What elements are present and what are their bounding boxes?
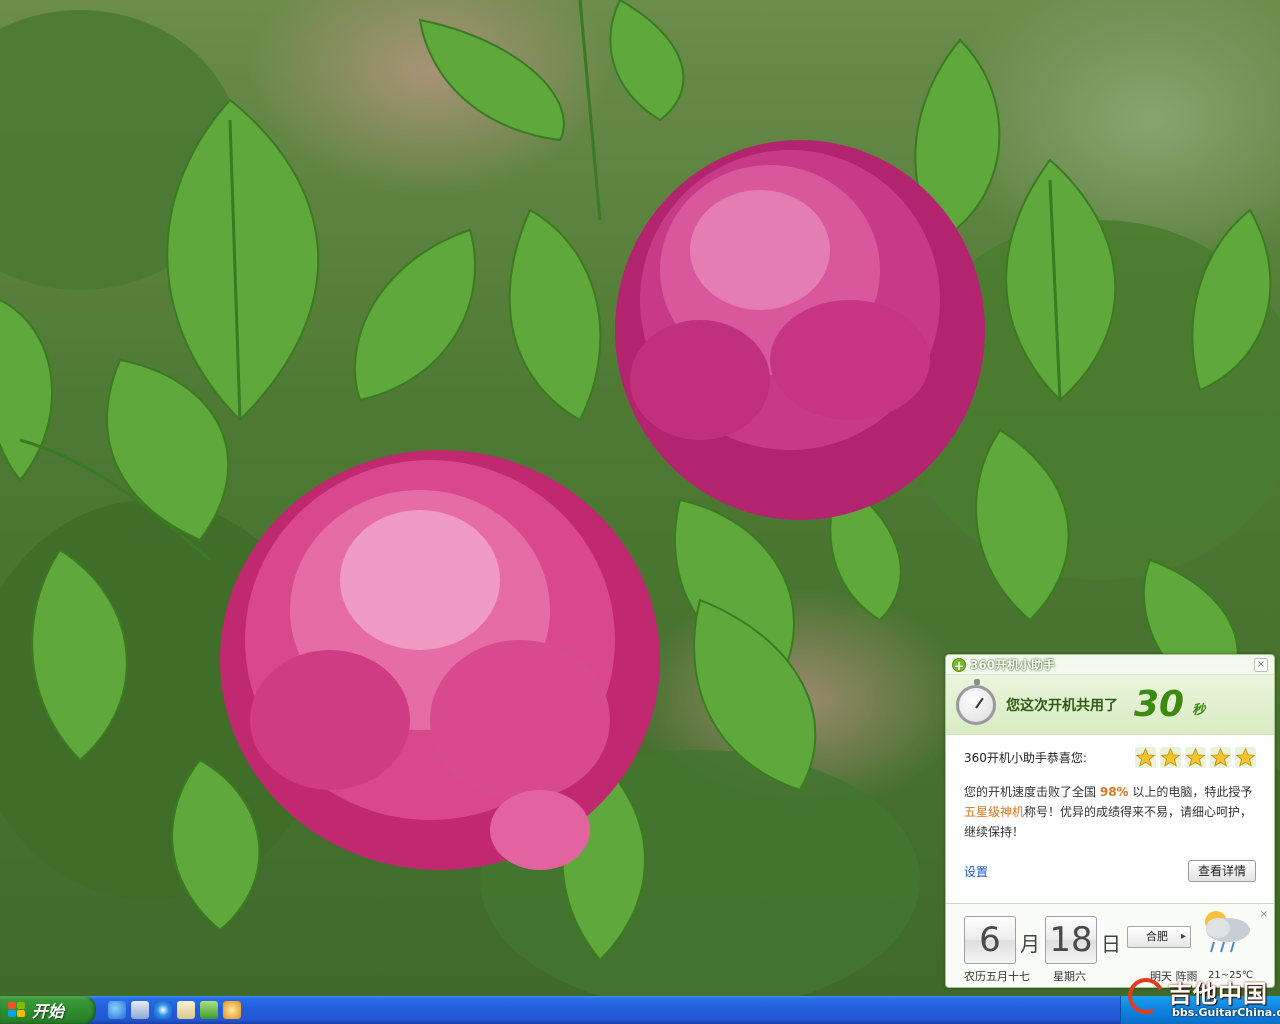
month-suffix: 月 (1020, 932, 1040, 956)
city-selector[interactable]: 合肥 (1127, 926, 1191, 948)
media-player-icon[interactable] (200, 1001, 218, 1019)
start-button[interactable]: 开始 (0, 996, 96, 1024)
settings-link[interactable]: 设置 (964, 863, 988, 880)
calendar-close-button[interactable]: × (1260, 909, 1268, 920)
desc-part-2: 以上的电脑，特此授予 (1132, 785, 1253, 799)
outlook-icon[interactable] (177, 1001, 195, 1019)
popup-actions: 设置 查看详情 (964, 860, 1256, 882)
system-tray (1120, 996, 1280, 1024)
congrats-text: 360开机小助手恭喜您: (964, 751, 1087, 765)
boot-time-value: 30 (1134, 684, 1185, 725)
boot-assistant-popup: + 360开机小助手 × 您这次开机共用了 30 秒 360开机小助手恭喜您: … (945, 654, 1275, 988)
day-display: 18 (1045, 916, 1097, 964)
day-suffix: 日 (1101, 932, 1121, 956)
star-icon (1185, 747, 1206, 768)
boot-time-panel: 您这次开机共用了 30 秒 (946, 675, 1274, 735)
month-display: 6 (964, 916, 1016, 964)
beat-percentage: 98% (1099, 785, 1129, 799)
popup-body: 360开机小助手恭喜您: 您的开机速度击败了全国 98% 以上的电脑，特此授予五… (946, 735, 1274, 882)
popup-header: + 360开机小助手 × (946, 655, 1274, 675)
calendar-weather-panel: × 6 月 18 日 农历五月十七 星期六 合肥 明天 阵雨 21~25℃ (946, 903, 1274, 987)
lunar-date: 农历五月十七 (964, 970, 1030, 983)
star-icon (1210, 747, 1231, 768)
360-icon[interactable] (223, 1001, 241, 1019)
rating-stars (1135, 747, 1256, 768)
boot-time-unit: 秒 (1192, 703, 1206, 718)
view-details-button[interactable]: 查看详情 (1188, 860, 1256, 882)
star-icon (1135, 747, 1156, 768)
five-star-title: 五星级神机 (964, 805, 1025, 819)
star-icon (1235, 747, 1256, 768)
360-logo-icon: + (952, 657, 966, 673)
desc-part-1: 您的开机速度击败了全国 (964, 785, 1097, 799)
ie-icon[interactable] (108, 1001, 126, 1019)
weather-forecast-label: 明天 阵雨 (1150, 970, 1198, 983)
start-label: 开始 (32, 1002, 65, 1021)
taskbar: 开始 (0, 996, 1280, 1024)
rain-cloud-icon (1205, 911, 1250, 953)
windows-logo-icon (8, 1002, 26, 1018)
congrats-row: 360开机小助手恭喜您: (964, 747, 1256, 768)
boot-time-label: 您这次开机共用了 (1006, 697, 1118, 714)
star-icon (1160, 747, 1181, 768)
stopwatch-icon (956, 678, 996, 725)
show-desktop-icon[interactable] (131, 1001, 149, 1019)
popup-title: 360开机小助手 (970, 658, 1056, 672)
temperature-range: 21~25℃ (1208, 970, 1254, 981)
popup-close-button[interactable]: × (1254, 657, 1268, 672)
weekday: 星期六 (1053, 970, 1086, 983)
internet-explorer-icon[interactable] (154, 1001, 172, 1019)
quick-launch-bar (108, 1001, 241, 1019)
boot-result-description: 您的开机速度击败了全国 98% 以上的电脑，特此授予五星级神机称号！优异的成绩得… (964, 782, 1256, 842)
